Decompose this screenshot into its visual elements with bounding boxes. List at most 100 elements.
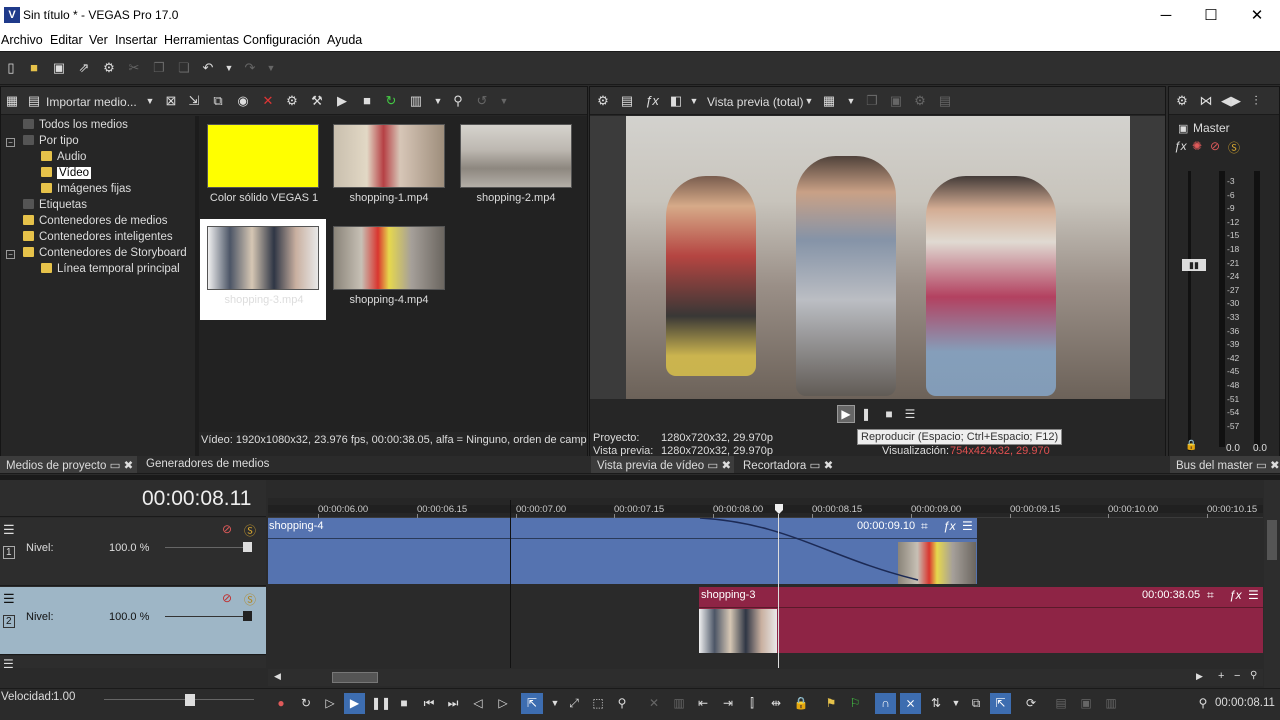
- mixer-icon[interactable]: ⫶: [1247, 92, 1265, 110]
- zoom-in-icon[interactable]: +: [1218, 670, 1224, 682]
- play-button[interactable]: ▶: [344, 693, 365, 714]
- menu-ayuda[interactable]: Ayuda: [327, 33, 362, 47]
- track-header-2[interactable]: ☰ 2 ⊘ Ⓢ Nivel: 100.0 %: [0, 587, 266, 655]
- ignore-grouping-button[interactable]: ⇱: [990, 693, 1011, 714]
- lock-envelopes-icon[interactable]: ⧉: [968, 695, 984, 711]
- record-icon[interactable]: ●: [273, 695, 289, 711]
- master-lock-icon[interactable]: 🔒: [1185, 440, 1197, 451]
- track-level-handle[interactable]: [243, 542, 252, 552]
- zoom-fit-icon[interactable]: ⚲: [1250, 670, 1257, 681]
- tab-project-media[interactable]: Medios de proyecto ▭ ✖: [0, 456, 137, 473]
- tab-media-generators[interactable]: Generadores de medios: [146, 458, 269, 470]
- media-thumb-shopping-2[interactable]: [460, 124, 572, 188]
- capture-icon[interactable]: ⊠: [162, 92, 180, 110]
- ripple-edit-icon[interactable]: ⇅: [928, 695, 944, 711]
- search-icon[interactable]: ⚲: [449, 92, 467, 110]
- scroll-right-icon[interactable]: ▶: [1196, 671, 1203, 682]
- menu-herramientas[interactable]: Herramientas: [164, 33, 239, 47]
- tab-undock-icon[interactable]: ▭: [810, 460, 821, 472]
- timeline-vscrollbar[interactable]: [1264, 480, 1280, 688]
- preview-option-icon[interactable]: ⚙: [911, 92, 929, 110]
- lock-icon[interactable]: 🔒: [793, 695, 809, 711]
- play-from-start-icon[interactable]: ▷: [322, 695, 338, 711]
- selection-tool-icon[interactable]: ⬚: [590, 695, 606, 711]
- snapping-button[interactable]: ∩: [875, 693, 896, 714]
- zoom-out-icon[interactable]: −: [1234, 670, 1240, 682]
- menu-configuracion[interactable]: Configuración: [243, 33, 320, 47]
- import-media-button[interactable]: Importar medio...: [46, 95, 137, 109]
- track-mute-fx-icon[interactable]: ⊘: [222, 522, 232, 536]
- split-icon[interactable]: ⫿: [744, 695, 760, 711]
- master-fader-track[interactable]: [1188, 171, 1191, 451]
- speed-slider-handle[interactable]: [185, 694, 195, 706]
- redo-dropdown-icon[interactable]: ▼: [262, 59, 280, 77]
- region-icon[interactable]: ⚐: [847, 695, 863, 711]
- track-level-slider[interactable]: [165, 616, 243, 617]
- menu-ver[interactable]: Ver: [89, 33, 108, 47]
- copy-icon[interactable]: ❐: [150, 59, 168, 77]
- scroll-left-icon[interactable]: ◀: [274, 671, 281, 682]
- views-icon[interactable]: ▥: [407, 92, 425, 110]
- media-thumb-shopping-4[interactable]: [333, 226, 445, 290]
- undo-icon[interactable]: ↶: [199, 59, 217, 77]
- open-folder-icon[interactable]: ■: [25, 59, 43, 77]
- preview-quality-dropdown[interactable]: Vista previa (total): [707, 95, 804, 109]
- paste-icon[interactable]: ❏: [175, 59, 193, 77]
- speed-slider[interactable]: [104, 699, 254, 700]
- stop-media-icon[interactable]: ■: [358, 92, 376, 110]
- hscroll-thumb[interactable]: [332, 672, 378, 683]
- minimize-button[interactable]: ─: [1143, 0, 1189, 31]
- tree-item-video[interactable]: Vídeo: [41, 167, 92, 179]
- tree-item-storyboard-bins[interactable]: Contenedores de Storyboard: [23, 247, 187, 259]
- track-level-slider[interactable]: [165, 547, 243, 548]
- envelope-tool-icon[interactable]: ⤢: [566, 695, 582, 711]
- split-dropdown-icon[interactable]: ▼: [685, 92, 703, 110]
- track-header-3[interactable]: ☰: [0, 656, 266, 668]
- track-level-handle[interactable]: [243, 611, 252, 621]
- media-thumb-shopping-1[interactable]: [333, 124, 445, 188]
- preview-menu-icon[interactable]: ☰: [902, 406, 918, 422]
- save-snapshot-icon[interactable]: ▣: [887, 92, 905, 110]
- go-to-end-icon[interactable]: ⏭: [445, 695, 461, 711]
- master-solo-icon[interactable]: Ⓢ: [1228, 139, 1240, 156]
- marker-icon[interactable]: ⚑: [823, 695, 839, 711]
- properties-gear-icon[interactable]: ⚙: [100, 59, 118, 77]
- cut-icon[interactable]: ✂: [125, 59, 143, 77]
- option-icon-a[interactable]: ▤: [1053, 695, 1069, 711]
- loop-icon[interactable]: ↻: [298, 695, 314, 711]
- menu-archivo[interactable]: Archivo: [1, 33, 43, 47]
- downmix-icon[interactable]: ⋈: [1197, 92, 1215, 110]
- option-icon-c[interactable]: ▥: [1103, 695, 1119, 711]
- preview-option2-icon[interactable]: ▤: [936, 92, 954, 110]
- maximize-button[interactable]: ☐: [1188, 0, 1234, 31]
- tree-item-media-bins[interactable]: Contenedores de medios: [23, 215, 168, 227]
- preview-video-frame[interactable]: [626, 116, 1130, 399]
- master-fx-chain-icon[interactable]: ✺: [1192, 139, 1202, 153]
- tab-undock-icon[interactable]: ▭: [1256, 460, 1267, 472]
- vscroll-thumb[interactable]: [1267, 520, 1277, 560]
- media-thumb-shopping-3[interactable]: [207, 226, 319, 290]
- media-properties-icon[interactable]: ⚙: [283, 92, 301, 110]
- trim-end-icon[interactable]: ⇥: [720, 695, 736, 711]
- tree-item-smart-bins[interactable]: Contenedores inteligentes: [23, 231, 173, 243]
- master-mute-icon[interactable]: ▣: [1178, 122, 1188, 135]
- import-media-icon[interactable]: ▤: [25, 92, 43, 110]
- tab-video-preview[interactable]: Vista previa de vídeo ▭ ✖: [591, 456, 734, 473]
- preview-stop-icon[interactable]: ■: [881, 406, 897, 422]
- auto-preview-icon[interactable]: ↻: [382, 92, 400, 110]
- tree-item-all-media[interactable]: Todos los medios: [23, 119, 128, 131]
- option-icon-b[interactable]: ▣: [1078, 695, 1094, 711]
- media-tools-icon[interactable]: ⚒: [308, 92, 326, 110]
- tree-item-by-type[interactable]: Por tipo: [23, 135, 79, 147]
- trim-start-icon[interactable]: ⇤: [695, 695, 711, 711]
- tab-close-icon[interactable]: ✖: [124, 460, 134, 472]
- undo-dropdown-icon[interactable]: ▼: [220, 59, 238, 77]
- pause-icon[interactable]: ❚❚: [371, 695, 391, 711]
- play-media-icon[interactable]: ▶: [333, 92, 351, 110]
- quality-dropdown-icon[interactable]: ▼: [800, 92, 818, 110]
- remove-media-icon[interactable]: ✕: [259, 92, 277, 110]
- tab-close-icon[interactable]: ✖: [1270, 460, 1280, 472]
- preview-properties-gear-icon[interactable]: ⚙: [594, 92, 612, 110]
- edit-tool-dropdown-icon[interactable]: ▼: [547, 695, 563, 711]
- zoom-tool-icon[interactable]: ⚲: [614, 695, 630, 711]
